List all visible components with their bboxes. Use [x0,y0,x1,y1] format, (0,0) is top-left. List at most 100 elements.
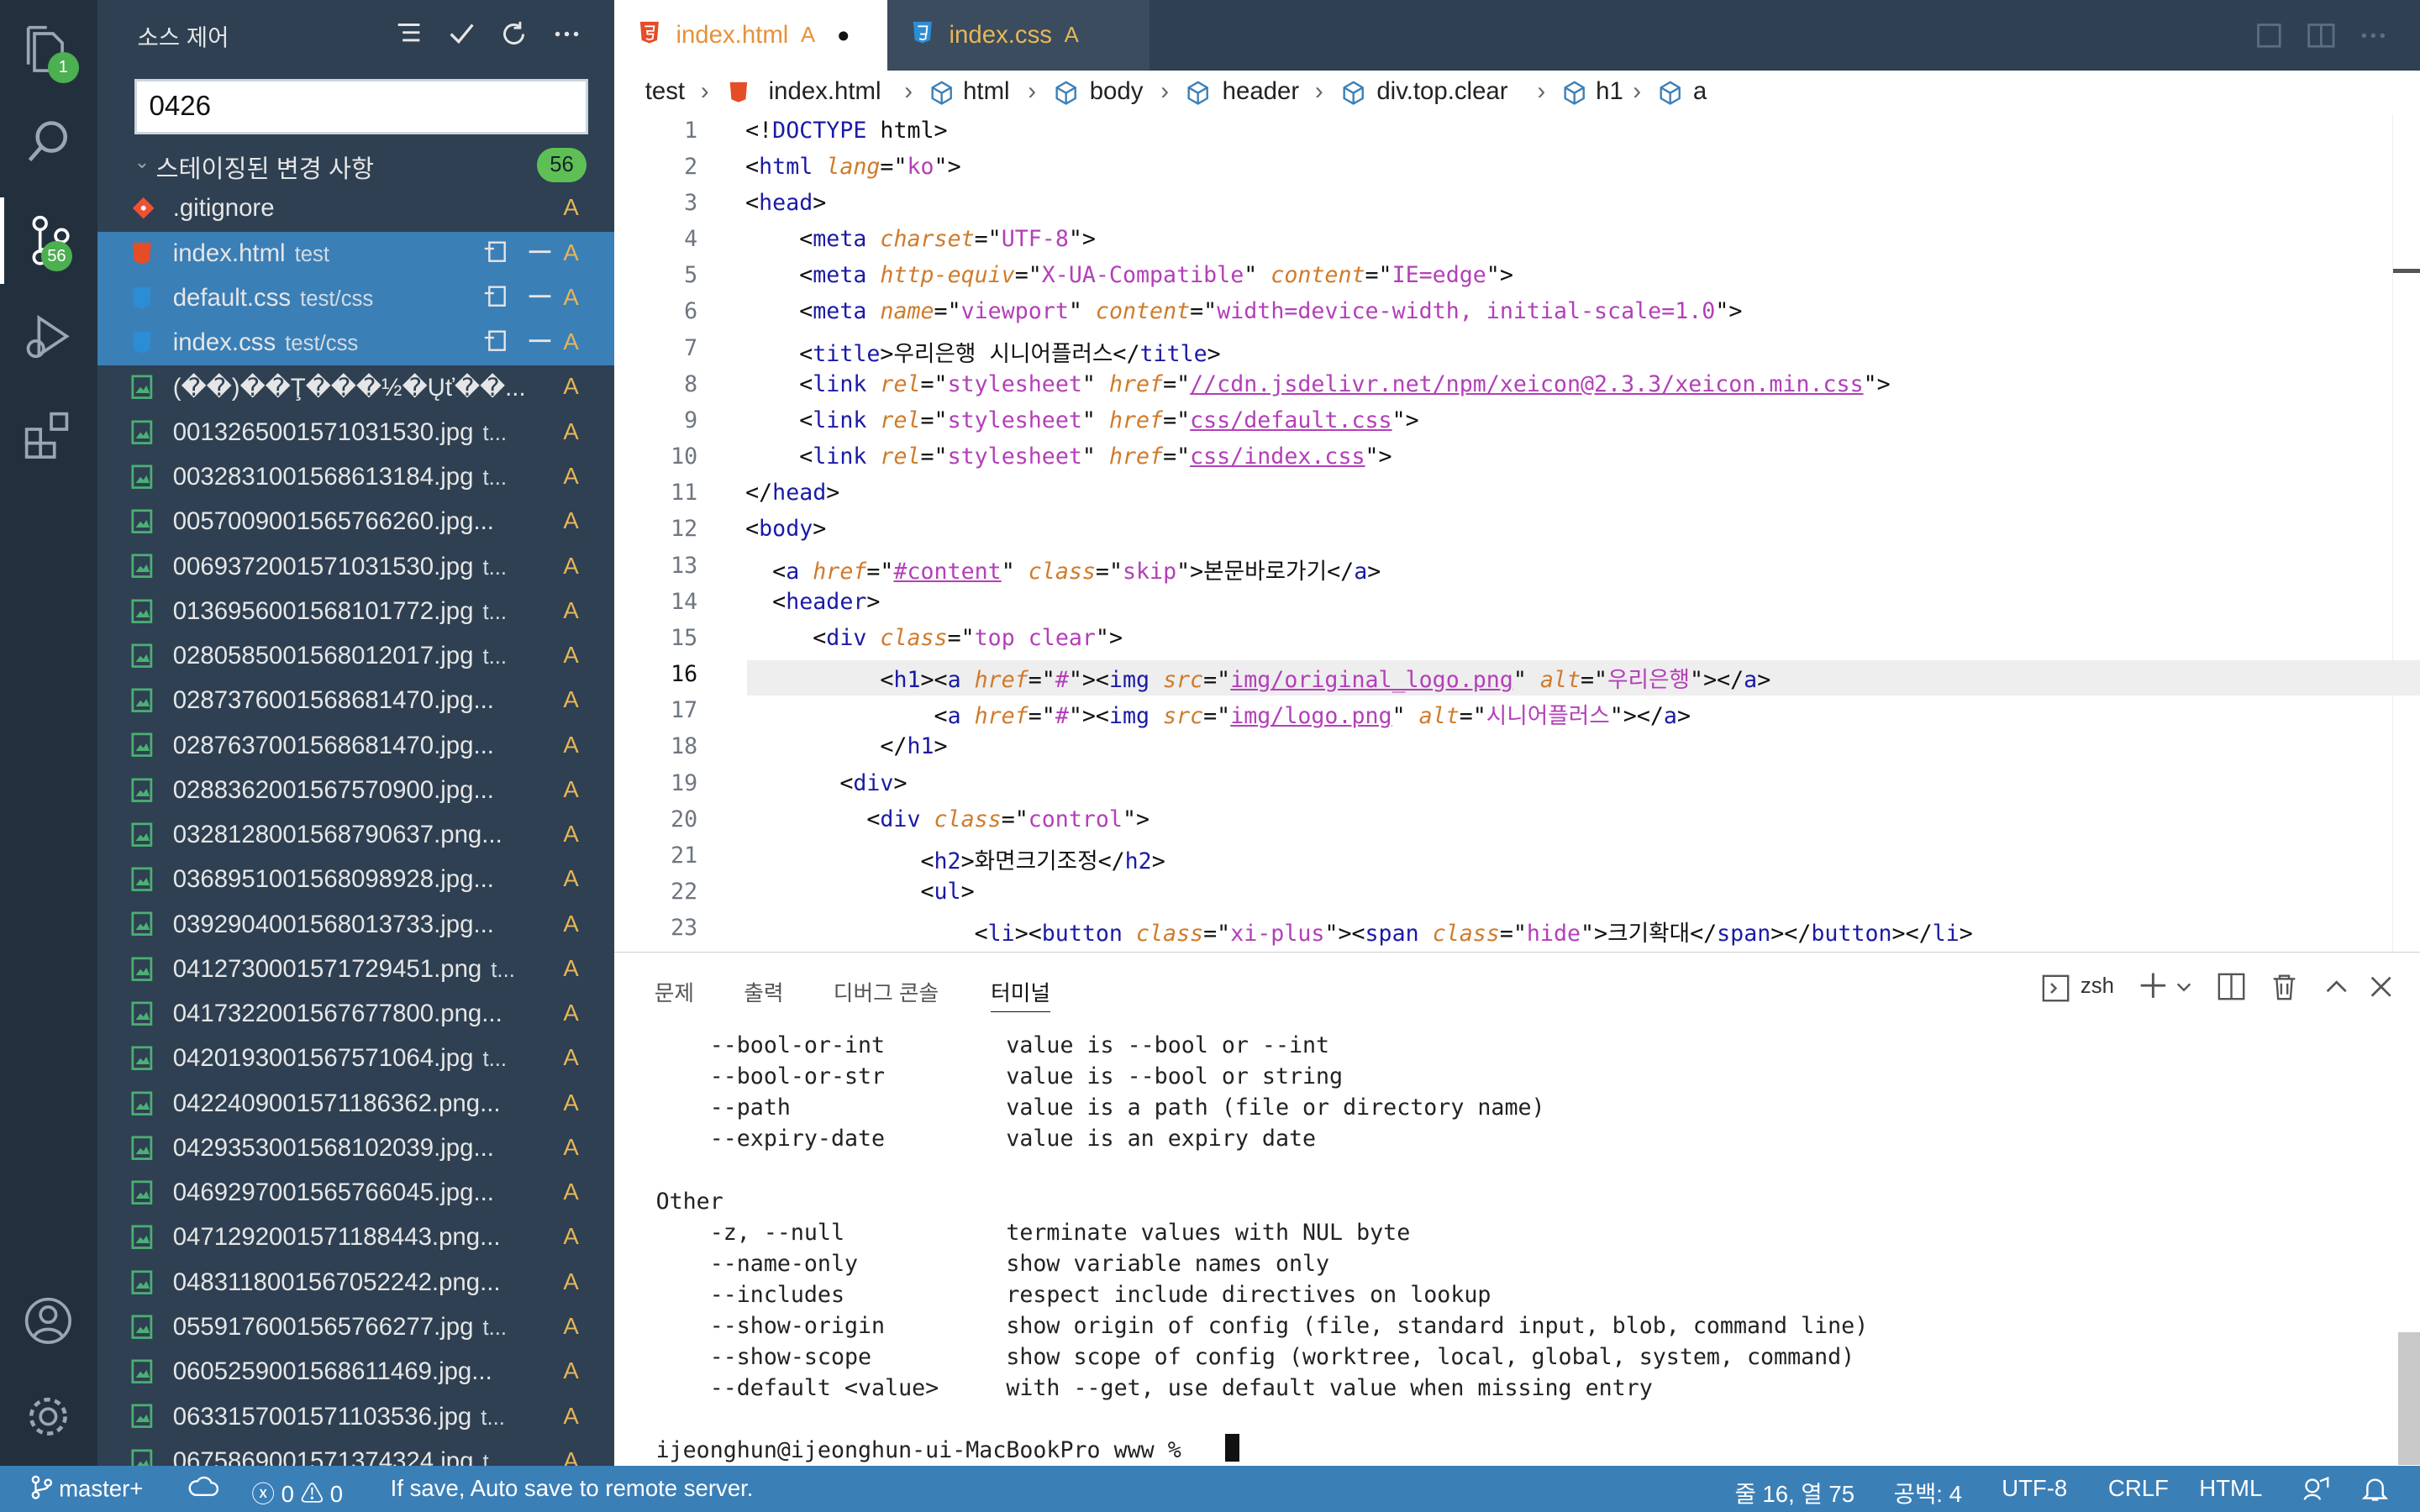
code-line[interactable]: </head> [745,480,839,506]
code-line[interactable]: <link rel="stylesheet" href="//cdn.jsdel… [745,371,1890,397]
code-line[interactable]: <link rel="stylesheet" href="css/index.c… [745,444,1392,470]
list-item[interactable]: 0633157001571103536.jpg t... A [97,1394,614,1439]
code-line[interactable]: <meta name="viewport" content="width=dev… [745,298,1742,324]
terminal-scrollbar-thumb[interactable] [2398,1332,2420,1466]
code-line[interactable]: <div class="control"> [745,806,1150,832]
refresh-icon[interactable] [496,15,533,52]
list-item[interactable]: default.css test/css A [97,276,614,322]
list-item[interactable]: 0136956001568101772.jpg t... A [97,590,614,634]
indentation[interactable]: 공백: 4 [1894,1475,1962,1509]
list-item[interactable]: 0420193001567571064.jpg t... A [97,1037,614,1081]
list-item[interactable]: 0469297001565766045.jpg... A [97,1171,614,1215]
code-line[interactable]: <a href="#"><img src="img/logo.png" alt=… [745,697,1691,730]
account-icon[interactable] [0,1278,97,1364]
commit-check-icon[interactable] [443,15,480,52]
unstage-minus-icon[interactable] [526,328,554,360]
breadcrumb-item[interactable]: body [1090,77,1144,106]
code-line[interactable]: <a href="#content" class="skip">본문바로가기</… [745,553,1381,585]
code-line[interactable]: <body> [745,516,826,542]
list-item[interactable]: 0417322001567677800.png... A [97,992,614,1037]
extensions-icon[interactable] [0,392,97,479]
editor-scrollbar[interactable] [2391,113,2420,953]
list-item[interactable]: 0675869001571374324.jpg t... A [97,1440,614,1466]
source-control-icon[interactable]: 56 [0,197,97,284]
code-line[interactable]: <title>우리은행 시니어플러스</title> [745,335,1220,368]
code-line[interactable]: <h2>화면크기조정</h2> [745,843,1165,875]
open-changes-icon[interactable] [2254,20,2285,58]
list-item[interactable]: 0392904001568013733.jpg... A [97,902,614,947]
maximize-panel-chevron-up-icon[interactable] [2324,974,2349,1005]
code-line[interactable]: <div class="top clear"> [745,625,1123,651]
code-line[interactable]: <meta charset="UTF-8"> [745,226,1096,252]
list-item[interactable]: index.html test A [97,231,614,276]
panel-tab-problems[interactable]: 문제 [655,976,694,1007]
encoding[interactable]: UTF-8 [2002,1475,2067,1502]
open-file-icon[interactable] [483,284,511,315]
branch-indicator[interactable]: master+ [31,1475,143,1503]
code-line[interactable]: <link rel="stylesheet" href="css/default… [745,407,1418,433]
more-actions-icon[interactable] [548,15,585,52]
new-terminal-plus-icon[interactable] [2138,969,2169,1009]
notifications-bell-icon[interactable] [2361,1475,2389,1509]
code-editor[interactable]: 1 <!DOCTYPE html> 2 <html lang="ko"> 3 <head>… [614,113,2420,953]
list-item[interactable]: 0483118001567052242.png... A [97,1261,614,1305]
breadcrumb-item[interactable]: header [1223,77,1299,106]
unstage-minus-icon[interactable] [526,284,554,315]
list-item[interactable]: 0013265001571031530.jpg t... A [97,411,614,455]
commit-message-input[interactable] [134,78,588,134]
list-item[interactable]: 0559176001565766277.jpg t... A [97,1305,614,1350]
list-item[interactable]: 0328128001568790637.png... A [97,813,614,858]
terminal-output[interactable]: --bool-or-int value is --bool or --int -… [656,1030,1869,1466]
code-line[interactable]: </h1> [745,733,947,759]
breadcrumb-item[interactable]: h1 [1596,77,1623,106]
shell-name[interactable]: zsh [2081,974,2114,999]
chevron-down-icon[interactable] [2175,974,2193,1003]
panel-tab-terminal[interactable]: 터미널 [991,976,1051,1013]
list-item[interactable]: 0368951001568098928.jpg... A [97,858,614,902]
list-item[interactable]: 0057009001565766260.jpg... A [97,500,614,544]
breadcrumb-item[interactable]: index.html [769,77,881,106]
list-item[interactable]: 0287637001568681470.jpg... A [97,723,614,768]
list-item[interactable]: 0422409001571186362.png... A [97,1082,614,1126]
split-terminal-icon[interactable] [2217,973,2245,1007]
panel-tab-debug-console[interactable]: 디버그 콘솔 [834,976,939,1007]
run-debug-icon[interactable] [0,293,97,380]
list-item[interactable]: 0287376001568681470.jpg... A [97,679,614,723]
more-actions-icon[interactable] [2358,20,2389,58]
search-icon[interactable] [0,99,97,186]
list-item[interactable]: 0032831001568613184.jpg t... A [97,455,614,500]
split-editor-icon[interactable] [2306,20,2337,58]
tab-index-html[interactable]: index.html A ● [614,0,888,71]
sync-cloud-icon[interactable] [188,1475,219,1505]
list-item[interactable]: 0069372001571031530.jpg t... A [97,544,614,589]
code-line[interactable]: <ul> [745,879,974,905]
settings-gear-icon[interactable] [0,1373,97,1460]
list-item[interactable]: 0412730001571729451.png t... A [97,948,614,992]
code-line[interactable]: <!DOCTYPE html> [745,118,947,144]
breadcrumb-item[interactable]: a [1693,77,1707,106]
code-line[interactable]: <li><button class="xi-plus"><span class=… [745,915,1973,948]
list-item[interactable]: 0280585001568012017.jpg t... A [97,634,614,679]
code-line[interactable]: <html lang="ko"> [745,154,961,180]
explorer-icon[interactable]: 1 [0,6,97,92]
open-file-icon[interactable] [483,239,511,270]
list-item[interactable]: index.css test/css A [97,321,614,366]
breadcrumb-item[interactable]: div.top.clear [1376,77,1507,106]
list-item[interactable]: 0471292001571188443.png... A [97,1215,614,1260]
list-item[interactable]: (��)��Ţ���½�Ųť��... A [97,365,614,410]
problems-indicator[interactable]: ⓧ 0 ⚠ 0 [251,1475,343,1509]
code-line[interactable]: <header> [745,589,880,615]
feedback-icon[interactable] [2302,1475,2329,1509]
unstage-minus-icon[interactable] [526,239,554,270]
code-line[interactable]: <meta http-equiv="X-UA-Compatible" conte… [745,262,1513,288]
panel-tab-output[interactable]: 출력 [744,976,783,1007]
list-item[interactable]: 0605259001568611469.jpg... A [97,1350,614,1394]
breadcrumb-item[interactable]: test [645,77,685,106]
language-mode[interactable]: HTML [2199,1475,2262,1502]
breadcrumb-item[interactable]: html [963,77,1010,106]
cursor-position[interactable]: 줄 16, 열 75 [1734,1475,1854,1509]
trash-icon[interactable] [2270,973,2298,1007]
list-item[interactable]: .gitignore A [97,186,614,231]
list-item[interactable]: 0288362001567570900.jpg... A [97,769,614,813]
code-line[interactable]: <div> [745,770,907,796]
